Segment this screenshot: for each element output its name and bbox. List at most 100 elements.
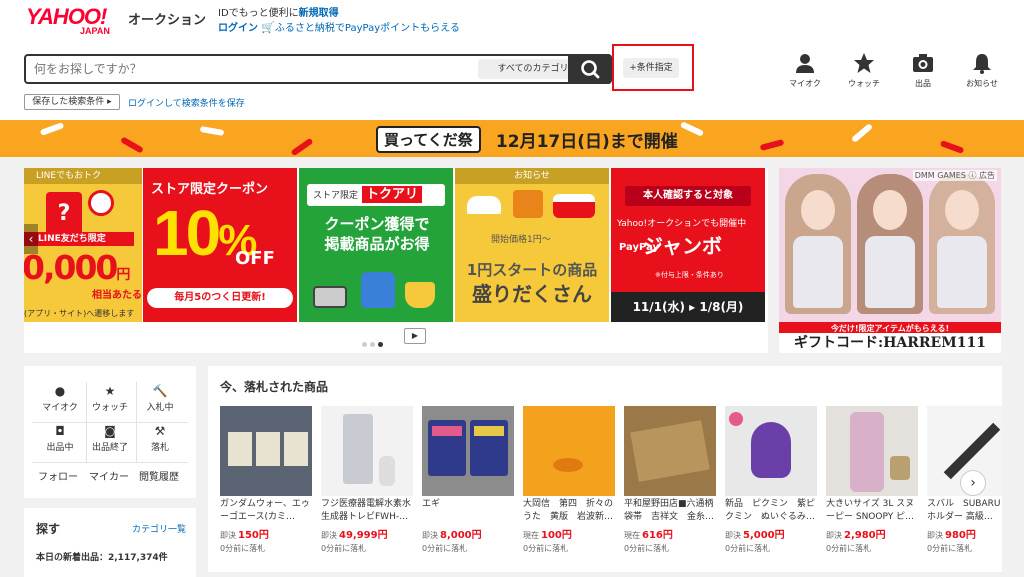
search-button[interactable] <box>568 54 612 84</box>
sold-item[interactable]: 平和屋野田店■六通柄袋帯 吉祥文 金糸… 現在 616円 0分前に落札 <box>624 406 716 554</box>
logo-auction[interactable]: オークション <box>128 9 206 28</box>
ad-gift-code: ギフトコード:HARREM111 <box>779 333 1001 353</box>
divider <box>32 462 188 463</box>
price-type: 即決 <box>321 531 337 540</box>
top-myauc[interactable]: マイオク <box>780 52 830 89</box>
banner-logo: 買ってくだ祭 <box>376 126 481 153</box>
ad-tag[interactable]: DMM GAMES ⓘ 広告 <box>912 170 997 181</box>
slide-store-coupon[interactable]: ストア限定クーポン 10% OFF 毎月5のつく日更新! <box>143 168 297 322</box>
price-type: 即決 <box>725 531 741 540</box>
carousel-dot[interactable] <box>362 342 367 347</box>
slide-line[interactable]: LINEでもおトク ? LINE友だち限定 0,000円 相当あたる (アプリ・… <box>24 168 142 322</box>
person-icon: ● <box>54 384 66 398</box>
item-price: 現在 100円 <box>523 526 615 541</box>
slide-oneyen-items <box>467 188 597 222</box>
search-icon <box>581 60 600 79</box>
quick-nav: ● マイオク ★ ウォッチ 🔨 入札中 ◘ 出品中 ◙ 出品終了 ⚒ 落札 フォロー マイカ… <box>24 366 196 498</box>
register-link[interactable]: 新規取得 <box>299 8 339 19</box>
nav-won[interactable]: ⚒ 落札 <box>132 424 188 453</box>
slide-paypay-jumbo[interactable]: 本人確認すると対象 Yahoo!オークションでも開催中 PayPayジャンボ ※… <box>611 168 765 322</box>
saved-conditions-button[interactable]: 保存した検索条件 ▸ <box>24 94 120 110</box>
recent-next-button[interactable]: › <box>960 470 986 496</box>
book-illustration <box>553 458 583 472</box>
percent-value: 10 <box>153 197 221 269</box>
item-price: 即決 980円 <box>927 526 1002 541</box>
furusato-link[interactable]: ふるさと納税でPayPayポイントもらえる <box>275 23 460 34</box>
item-price: 即決 150円 <box>220 526 312 541</box>
carousel-play-button[interactable]: ▶ <box>404 328 426 344</box>
toy-bus-image <box>553 194 595 218</box>
top-sell[interactable]: 出品 <box>898 52 948 89</box>
item-ago: 0分前に落札 <box>422 544 468 553</box>
banner-text: 買ってくだ祭 12月17日(日)まで開催 <box>376 126 678 153</box>
gavel-icon: 🔨 <box>152 384 168 398</box>
login-save-link[interactable]: ログインして検索条件を保存 <box>128 96 245 109</box>
nav-sell-ended[interactable]: ◙ 出品終了 <box>82 424 138 453</box>
chevron-right-icon: › <box>970 475 976 491</box>
slide-coupon-every: 毎月5のつく日更新! <box>147 288 293 308</box>
sold-item[interactable]: フジ医療器電解水素水生成器トレビFWH-… 即決 49,999円 0分前に落札 <box>321 406 413 554</box>
bell-icon <box>973 54 991 74</box>
camera-done-icon: ◙ <box>104 424 116 438</box>
item-price: 即決 5,000円 <box>725 526 817 541</box>
search-input[interactable] <box>26 56 476 82</box>
nav-follow[interactable]: フォロー <box>38 468 78 483</box>
yahoo-logo[interactable]: YAHOO! JAPAN <box>26 4 110 37</box>
slide-line-amount: 0,000円 <box>24 248 130 287</box>
item-name: ガンダムウォー、エゥーゴエース(カミ… <box>220 499 310 522</box>
nav-mycar[interactable]: マイカー <box>89 468 129 483</box>
slide-jumbo-title: PayPayジャンボ <box>619 230 722 259</box>
sold-item[interactable]: 大きいサイズ 3L スヌーピー SNOOPY ピ… 即決 2,980円 0分前に落… <box>826 406 918 554</box>
top-notice-label: お知らせ <box>966 79 998 88</box>
lure <box>432 426 462 436</box>
header: YAHOO! JAPAN オークション IDでもっと便利に新規取得 ログイン 🛒… <box>0 0 1024 120</box>
condition-button[interactable]: +条件指定 <box>623 58 679 78</box>
login-link[interactable]: ログイン <box>218 23 258 34</box>
bag-image <box>513 190 543 218</box>
sold-item[interactable]: 大岡信 第四 折々のうた 黄版 岩波新… 現在 100円 0分前に落札 <box>523 406 615 554</box>
cup-image <box>405 282 435 308</box>
nav-watch[interactable]: ★ ウォッチ <box>82 384 138 413</box>
nav-bidding[interactable]: 🔨 入札中 <box>132 384 188 413</box>
slide-one-yen[interactable]: お知らせ 開始価格1円～ 1円スタートの商品 盛りだくさん <box>455 168 609 322</box>
device <box>343 414 373 484</box>
promo-carousel: LINEでもおトク ? LINE友だち限定 0,000円 相当あたる (アプリ・… <box>24 168 768 353</box>
logo-sub: JAPAN <box>80 26 110 36</box>
carousel-prev-button[interactable]: ‹ <box>24 224 38 254</box>
star-icon <box>854 53 874 73</box>
plush-toy <box>751 422 791 478</box>
nav-history[interactable]: 閲覧履歴 <box>139 468 179 483</box>
sneaker-image <box>467 196 501 214</box>
camera-icon <box>913 54 933 72</box>
lure <box>474 426 504 436</box>
item-image <box>725 406 817 496</box>
logo-main: YAHOO! <box>26 4 107 29</box>
new-listing-count: 本日の新着出品：2,117,374件 <box>36 553 168 563</box>
camera-image <box>313 286 347 308</box>
nav-selling[interactable]: ◘ 出品中 <box>32 424 88 453</box>
item-name: フジ医療器電解水素水生成器トレビFWH-… <box>321 499 412 522</box>
slide-jumbo-dates: 11/1(水) ▸ 1/8(月) <box>611 292 765 322</box>
ad-banner[interactable]: DMM GAMES ⓘ 広告 今だけ!限定アイテムがもらえる! ギフトコード:H… <box>779 168 1001 353</box>
nav-myauc[interactable]: ● マイオク <box>32 384 88 413</box>
top-watch-label: ウォッチ <box>848 79 880 88</box>
paypay-icon <box>88 190 114 216</box>
sold-item[interactable]: 新品 ピクミン 紫ピクミン ぬいぐるみ… 即決 5,000円 0分前に落札 <box>725 406 817 554</box>
nav-won-label: 落札 <box>150 443 169 453</box>
sold-item[interactable]: ガンダムウォー、エゥーゴエース(カミ… 即決 150円 0分前に落札 <box>220 406 312 554</box>
campaign-banner[interactable]: 買ってくだ祭 12月17日(日)まで開催 <box>0 120 1024 157</box>
carousel-dot-active[interactable] <box>378 342 383 347</box>
top-watch[interactable]: ウォッチ <box>839 52 889 89</box>
slide-tokuari[interactable]: ストア限定 トクアリ クーポン獲得で 掲載商品がお得 <box>299 168 453 322</box>
saved-conditions-label: 保存した検索条件 <box>32 97 105 107</box>
card <box>228 432 252 466</box>
top-notice[interactable]: お知らせ <box>957 52 1007 89</box>
slide-line-sub: 相当あたる <box>92 290 142 301</box>
item-image <box>624 406 716 496</box>
sold-item[interactable]: エギ 即決 8,000円 0分前に落札 <box>422 406 514 554</box>
nav-selling-label: 出品中 <box>46 443 74 453</box>
search-section-title: 探す <box>36 522 61 536</box>
category-list-link[interactable]: カテゴリ一覧 <box>132 522 186 535</box>
carousel-dot[interactable] <box>370 342 375 347</box>
confetti <box>290 137 314 157</box>
